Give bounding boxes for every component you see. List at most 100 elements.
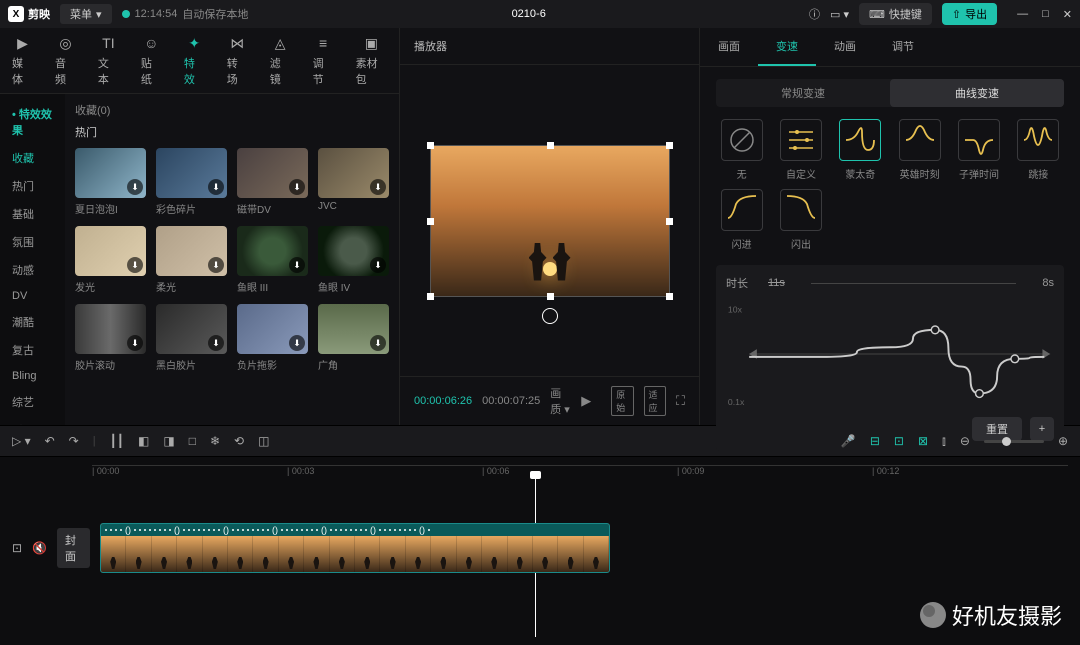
link-icon[interactable]: ⊡ [894, 434, 904, 448]
asset-tab-5[interactable]: ⋈转场 [227, 34, 248, 93]
curve-preset[interactable]: 无 [716, 119, 767, 181]
effect-thumb[interactable]: ⬇彩色碎片 [156, 148, 227, 216]
category-item[interactable]: 复古 [0, 336, 65, 364]
curve-preset[interactable]: 蒙太奇 [835, 119, 886, 181]
mic-icon[interactable]: 🎤 [841, 434, 856, 448]
resize-handle-bl[interactable] [427, 293, 434, 300]
curve-preset[interactable]: 闪出 [775, 189, 826, 251]
asset-tab-3[interactable]: ☺贴纸 [141, 34, 162, 93]
effect-thumb[interactable]: ⬇胶片滚动 [75, 304, 146, 372]
resize-handle-tr[interactable] [666, 142, 673, 149]
resize-handle-bm[interactable] [547, 293, 554, 300]
asset-tab-1[interactable]: ◎音频 [55, 34, 76, 93]
resize-handle-br[interactable] [666, 293, 673, 300]
category-item[interactable]: 爱心 [0, 416, 65, 425]
curve-preset[interactable]: 闪进 [716, 189, 767, 251]
category-item[interactable]: 综艺 [0, 388, 65, 416]
download-icon[interactable]: ⬇ [370, 179, 386, 195]
shortcuts-button[interactable]: ⌨ 快捷键 [859, 3, 932, 25]
fit-size-button[interactable]: 适应 [644, 386, 666, 416]
category-item[interactable]: DV [0, 284, 65, 308]
original-size-button[interactable]: 原始 [611, 386, 633, 416]
help-icon[interactable]: ⓘ [809, 6, 820, 22]
curve-handle[interactable] [931, 326, 939, 334]
download-icon[interactable]: ⬇ [127, 257, 143, 273]
download-icon[interactable]: ⬇ [208, 257, 224, 273]
resize-handle-ml[interactable] [427, 218, 434, 225]
effect-thumb[interactable]: ⬇JVC [318, 148, 389, 216]
download-icon[interactable]: ⬇ [370, 335, 386, 351]
crop-icon[interactable]: ◫ [258, 434, 269, 448]
inspector-tab[interactable]: 变速 [758, 28, 816, 66]
category-item[interactable]: 动感 [0, 256, 65, 284]
effect-thumb[interactable]: ⬇黑白胶片 [156, 304, 227, 372]
effect-thumb[interactable]: ⬇广角 [318, 304, 389, 372]
curve-preset[interactable]: 跳接 [1013, 119, 1064, 181]
cover-button[interactable]: 封面 [57, 528, 90, 568]
quality-dropdown[interactable]: 画质 ▾ [550, 385, 571, 417]
reset-button[interactable]: 重置 [972, 417, 1022, 441]
align-icon[interactable]: ⫾ [942, 434, 946, 449]
asset-tab-8[interactable]: ▣素材包 [356, 34, 387, 93]
freeze-icon[interactable]: ❄ [210, 434, 220, 448]
delete-right-icon[interactable]: ◨ [163, 434, 174, 448]
effect-thumb[interactable]: ⬇柔光 [156, 226, 227, 294]
timeline[interactable]: | 00:00| 00:03| 00:06| 00:09| 00:12 ⊡ 🔇 … [0, 457, 1080, 645]
preview-frame[interactable] [430, 145, 670, 297]
download-icon[interactable]: ⬇ [289, 179, 305, 195]
close-icon[interactable]: ✕ [1063, 8, 1072, 21]
delete-left-icon[interactable]: ◧ [138, 434, 149, 448]
category-item[interactable]: 基础 [0, 200, 65, 228]
speed-curve-svg[interactable]: 10x 0.1x [726, 299, 1054, 409]
download-icon[interactable]: ⬇ [289, 335, 305, 351]
effect-thumb[interactable]: ⬇磁带DV [237, 148, 308, 216]
download-icon[interactable]: ⬇ [208, 179, 224, 195]
zoom-slider[interactable] [984, 440, 1044, 443]
inspector-tab[interactable]: 动画 [816, 28, 874, 66]
curve-handle[interactable] [976, 390, 984, 398]
time-ruler[interactable]: | 00:00| 00:03| 00:06| 00:09| 00:12 [92, 465, 1068, 481]
menu-button[interactable]: 菜单 ▾ [60, 4, 112, 24]
resize-handle-tl[interactable] [427, 142, 434, 149]
track-mute-icon[interactable]: 🔇 [32, 541, 47, 555]
category-item[interactable]: 热门 [0, 172, 65, 200]
effect-thumb[interactable]: ⬇发光 [75, 226, 146, 294]
sub-tab[interactable]: 曲线变速 [890, 79, 1064, 107]
minimize-icon[interactable]: — [1017, 8, 1028, 21]
inspector-tab[interactable]: 画面 [700, 28, 758, 66]
preview-link-icon[interactable]: ⊠ [918, 434, 928, 448]
resize-handle-tm[interactable] [547, 142, 554, 149]
effect-thumb[interactable]: ⬇鱼眼 IV [318, 226, 389, 294]
select-tool-icon[interactable]: ▷ ▾ [12, 434, 31, 448]
curve-preset[interactable]: 自定义 [775, 119, 826, 181]
category-item[interactable]: 收藏 [0, 144, 65, 172]
effect-thumb[interactable]: ⬇鱼眼 III [237, 226, 308, 294]
download-icon[interactable]: ⬇ [127, 179, 143, 195]
asset-tab-4[interactable]: ✦特效 [184, 34, 205, 93]
category-item[interactable]: 氛围 [0, 228, 65, 256]
zoom-out-icon[interactable]: ⊖ [960, 434, 970, 448]
undo-icon[interactable]: ↶ [45, 434, 55, 448]
add-point-button[interactable]: + [1030, 417, 1054, 441]
video-clip[interactable]: ()()()()()()() [100, 523, 610, 573]
download-icon[interactable]: ⬇ [208, 335, 224, 351]
inspector-tab[interactable]: 调节 [874, 28, 932, 66]
asset-tab-7[interactable]: ≡调节 [313, 34, 334, 93]
redo-icon[interactable]: ↷ [69, 434, 79, 448]
asset-tab-6[interactable]: ◬滤镜 [270, 34, 291, 93]
export-button[interactable]: ⇧ 导出 [942, 3, 997, 25]
sub-tab[interactable]: 常规变速 [716, 79, 890, 107]
reverse-icon[interactable]: ⟲ [234, 434, 244, 448]
track-lock-icon[interactable]: ⊡ [12, 541, 22, 555]
effect-thumb[interactable]: ⬇夏日泡泡I [75, 148, 146, 216]
curve-preset[interactable]: 英雄时刻 [894, 119, 945, 181]
category-item[interactable]: 潮酷 [0, 308, 65, 336]
asset-tab-0[interactable]: ▶媒体 [12, 34, 33, 93]
cut-icon[interactable]: □ [189, 434, 196, 448]
category-item[interactable]: Bling [0, 364, 65, 388]
curve-handle[interactable] [1011, 355, 1019, 363]
resize-handle-mr[interactable] [666, 218, 673, 225]
curve-preset[interactable]: 子弹时间 [953, 119, 1004, 181]
maximize-icon[interactable]: □ [1042, 8, 1049, 21]
zoom-in-icon[interactable]: ⊕ [1058, 434, 1068, 448]
